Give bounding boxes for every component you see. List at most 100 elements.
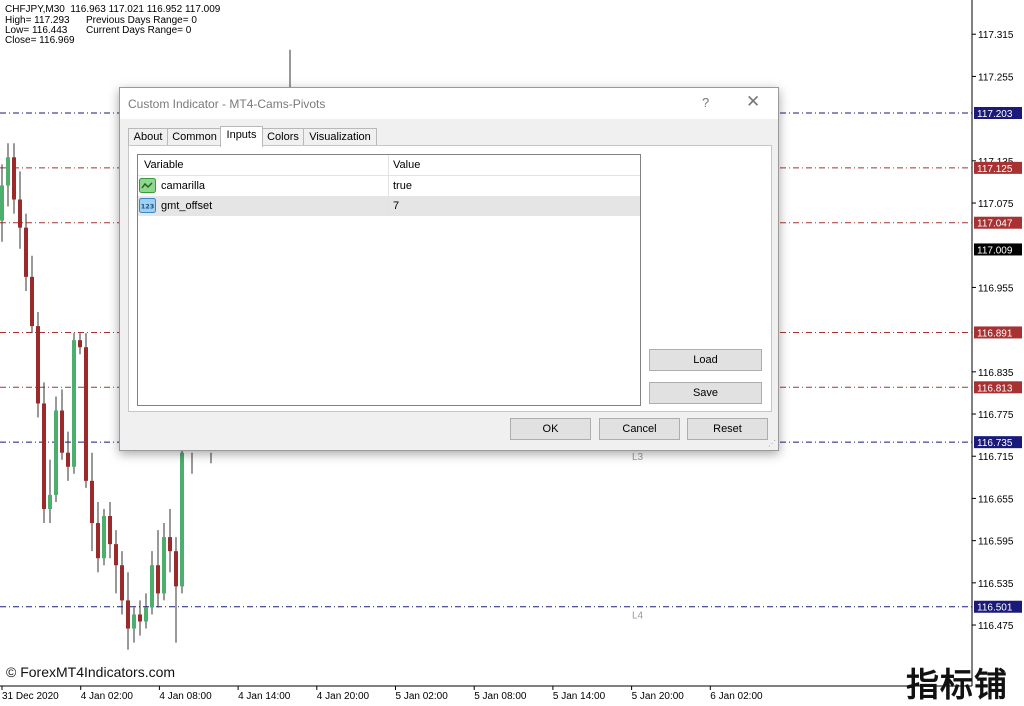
candle-body	[108, 516, 112, 545]
candle-body	[78, 340, 82, 348]
candle-body	[12, 157, 16, 200]
numeric-icon-glyph: 123	[141, 203, 155, 211]
tab-colors[interactable]: Colors	[262, 128, 304, 146]
candle-body	[174, 551, 178, 587]
time-tick-label: 4 Jan 14:00	[238, 691, 291, 702]
candle-body	[162, 537, 166, 594]
price-tick-label: 116.775	[978, 410, 1014, 421]
ok-button[interactable]: OK	[510, 418, 591, 440]
price-tick-label: 116.955	[978, 283, 1014, 294]
current-days-range: Current Days Range= 0	[86, 25, 192, 36]
candle-body	[180, 452, 184, 587]
pivot-price-label: 116.813	[977, 383, 1013, 394]
cancel-button[interactable]: Cancel	[599, 418, 680, 440]
candle-body	[126, 600, 130, 629]
inputs-panel: Variable Value camarilla true 123 gmt_of…	[128, 145, 772, 412]
dialog-titlebar[interactable]: Custom Indicator - MT4-Cams-Pivots ? ✕	[120, 88, 778, 119]
price-tick-label: 117.255	[978, 72, 1014, 83]
time-tick-label: 4 Jan 20:00	[317, 691, 370, 702]
brand-logo-text: 指标铺	[906, 665, 1008, 704]
numeric-123-icon: 123	[139, 198, 156, 213]
pivot-price-label: 116.501	[977, 603, 1013, 614]
candle-body	[0, 185, 4, 221]
row-variable: gmt_offset	[161, 200, 213, 212]
candle-body	[54, 410, 58, 495]
row-value[interactable]: true	[393, 180, 412, 192]
candle-body	[24, 227, 28, 277]
price-tick-label: 116.535	[978, 579, 1014, 590]
pivot-level-label: L4	[632, 610, 644, 621]
candle-body	[90, 480, 94, 524]
candle-body	[168, 537, 172, 552]
candle-body	[6, 157, 10, 186]
load-button[interactable]: Load	[649, 349, 762, 371]
inputs-grid: Variable Value camarilla true 123 gmt_of…	[137, 154, 641, 406]
time-tick-label: 5 Jan 14:00	[553, 691, 606, 702]
price-tick-label: 116.715	[978, 452, 1014, 463]
candle-body	[84, 347, 88, 481]
price-tick-label: 117.315	[978, 30, 1014, 41]
pivot-price-label: 116.735	[977, 438, 1013, 449]
chart-close: Close= 116.969	[5, 35, 75, 46]
price-tick-label: 116.835	[978, 368, 1014, 379]
pivot-level-label: L3	[632, 452, 644, 463]
candle-body	[144, 607, 148, 622]
candle-body	[132, 614, 136, 629]
price-tick-label: 116.595	[978, 537, 1014, 548]
row-variable: camarilla	[161, 180, 206, 192]
pivot-price-label: 117.047	[977, 219, 1013, 230]
dialog-title: Custom Indicator - MT4-Cams-Pivots	[128, 97, 326, 111]
pivot-price-label: 117.125	[977, 164, 1013, 175]
header-divider	[388, 155, 389, 175]
candle-body	[42, 403, 46, 509]
price-tick-label: 116.655	[978, 494, 1014, 505]
grid-header: Variable Value	[138, 155, 640, 176]
watermark-text: © ForexMT4Indicators.com	[6, 664, 176, 680]
time-tick-label: 5 Jan 08:00	[474, 691, 527, 702]
candle-body	[18, 199, 22, 228]
header-variable[interactable]: Variable	[144, 159, 184, 171]
table-row[interactable]: 123 gmt_offset 7	[138, 196, 640, 216]
tab-visualization[interactable]: Visualization	[303, 128, 377, 146]
time-tick-label: 5 Jan 20:00	[632, 691, 685, 702]
pivot-price-label: 117.203	[977, 109, 1013, 120]
tab-common[interactable]: Common	[167, 128, 222, 146]
save-button[interactable]: Save	[649, 382, 762, 404]
candle-body	[96, 523, 100, 559]
candle-body	[150, 565, 154, 608]
candle-body	[120, 565, 124, 601]
pivot-price-label: 116.891	[977, 328, 1013, 339]
tab-inputs[interactable]: Inputs	[220, 126, 263, 147]
row-divider	[388, 176, 389, 196]
candle-body	[156, 565, 160, 594]
candle-body	[114, 544, 118, 566]
candle-body	[72, 340, 76, 467]
time-tick-label: 4 Jan 02:00	[81, 691, 134, 702]
candle-body	[30, 276, 34, 327]
current-price-label: 117.009	[977, 245, 1013, 256]
help-icon[interactable]: ?	[702, 95, 709, 110]
header-value[interactable]: Value	[393, 159, 420, 171]
price-tick-label: 116.475	[978, 621, 1014, 632]
resize-grip-icon[interactable]: ⋰	[768, 439, 776, 448]
candle-body	[102, 516, 106, 559]
time-tick-label: 5 Jan 02:00	[396, 691, 449, 702]
candle-body	[36, 326, 40, 404]
candle-body	[48, 494, 52, 509]
time-tick-label: 6 Jan 02:00	[710, 691, 763, 702]
time-tick-label: 4 Jan 08:00	[159, 691, 212, 702]
chart-symbol-line: CHFJPY,M30 116.963 117.021 116.952 117.0…	[5, 4, 221, 15]
tab-about[interactable]: About	[128, 128, 168, 146]
boolean-toggle-icon	[139, 178, 156, 193]
close-icon[interactable]: ✕	[746, 92, 760, 112]
price-tick-label: 117.075	[978, 199, 1014, 210]
candle-body	[138, 614, 142, 622]
custom-indicator-dialog: Custom Indicator - MT4-Cams-Pivots ? ✕ A…	[119, 87, 779, 451]
time-tick-label: 31 Dec 2020	[2, 691, 59, 702]
candle-body	[60, 410, 64, 453]
row-value[interactable]: 7	[393, 200, 399, 212]
row-divider	[388, 196, 389, 216]
candle-body	[66, 452, 70, 467]
table-row[interactable]: camarilla true	[138, 176, 640, 196]
reset-button[interactable]: Reset	[687, 418, 768, 440]
